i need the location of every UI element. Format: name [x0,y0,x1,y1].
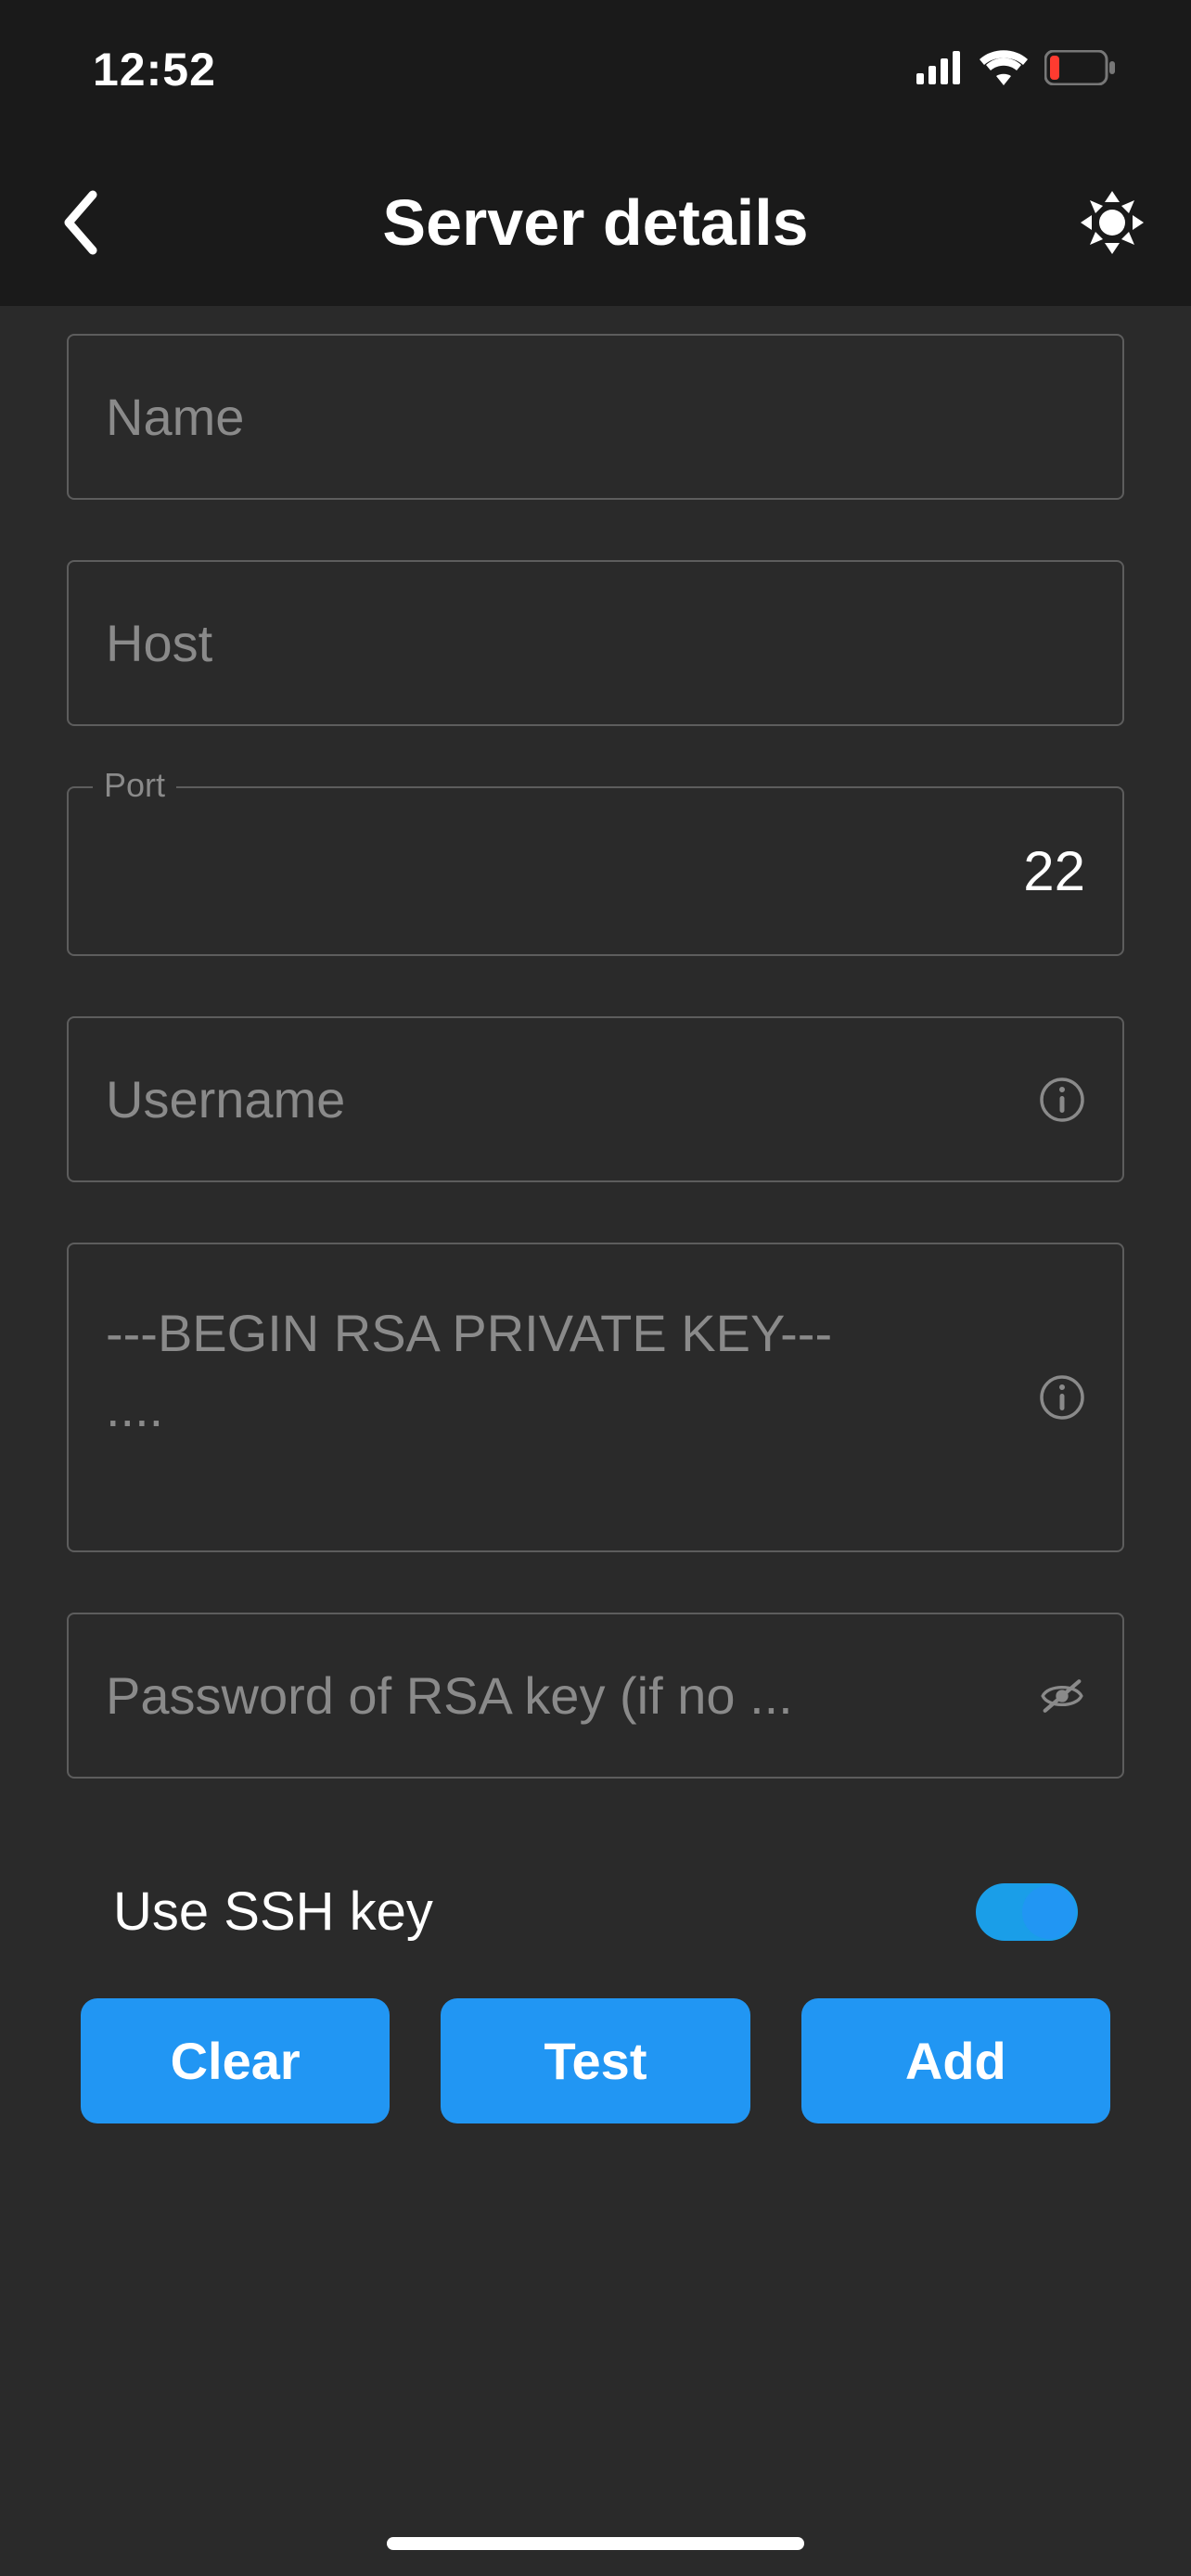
clear-button[interactable]: Clear [81,1998,390,2123]
gear-icon [1081,191,1144,254]
status-icons [916,50,1117,90]
password-field-wrapper [67,1613,1124,1779]
rsakey-field-box[interactable] [67,1243,1124,1552]
host-field-box[interactable] [67,560,1124,726]
add-button[interactable]: Add [801,1998,1110,2123]
host-field-wrapper [67,560,1124,726]
home-indicator[interactable] [387,2537,804,2550]
username-field-box[interactable] [67,1016,1124,1182]
back-button[interactable] [42,185,116,260]
rsakey-textarea[interactable] [106,1295,1011,1499]
port-value[interactable]: 22 [106,839,1085,903]
name-input[interactable] [106,387,1085,447]
toggle-password-visibility-button[interactable] [1039,1673,1085,1719]
ssh-key-toggle-row: Use SSH key [67,1839,1124,1998]
port-label: Port [93,766,176,805]
chevron-left-icon [59,189,98,256]
host-input[interactable] [106,613,1085,673]
name-field-box[interactable] [67,334,1124,500]
info-icon [1039,1374,1085,1421]
ssh-key-toggle[interactable] [976,1883,1078,1941]
rsakey-info-button[interactable] [1039,1374,1085,1421]
app-header: Server details [0,139,1191,306]
info-icon [1039,1077,1085,1123]
username-field-wrapper [67,1016,1124,1182]
wifi-icon [980,50,1028,90]
battery-icon [1044,50,1117,90]
ssh-key-toggle-label: Use SSH key [113,1881,433,1943]
page-title: Server details [116,185,1075,260]
cellular-icon [916,51,963,89]
username-input[interactable] [106,1069,1011,1129]
status-time: 12:52 [93,43,216,96]
username-info-button[interactable] [1039,1077,1085,1123]
port-field-wrapper: Port 22 [67,786,1124,956]
password-input[interactable] [106,1665,1011,1726]
form-content: Port 22 [0,306,1191,2123]
password-field-box[interactable] [67,1613,1124,1779]
eye-off-icon [1039,1673,1085,1719]
name-field-wrapper [67,334,1124,500]
test-button[interactable]: Test [441,1998,749,2123]
rsakey-field-wrapper [67,1243,1124,1552]
settings-button[interactable] [1075,185,1149,260]
port-field-box[interactable]: 22 [67,786,1124,956]
action-button-row: Clear Test Add [67,1998,1124,2123]
status-bar: 12:52 [0,0,1191,139]
toggle-knob [1022,1885,1076,1939]
